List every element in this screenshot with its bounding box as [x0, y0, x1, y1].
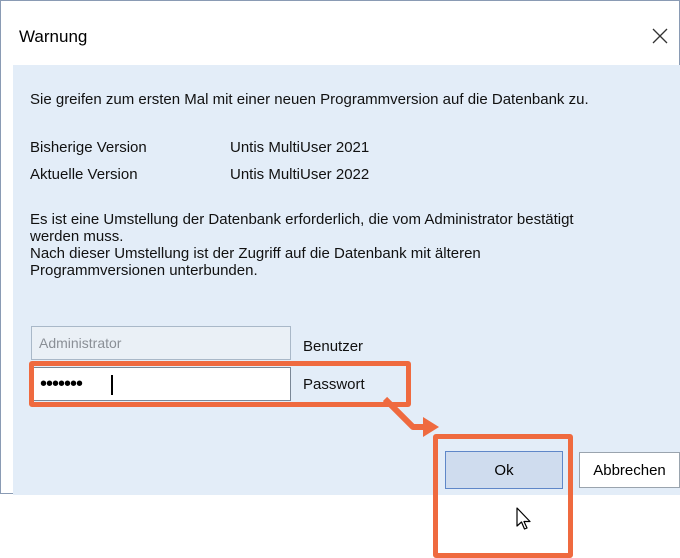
close-button[interactable]	[645, 21, 675, 51]
current-version-label: Aktuelle Version	[30, 166, 138, 183]
message-line-4: Programmversionen unterbunden.	[30, 262, 258, 279]
current-version-value: Untis MultiUser 2022	[230, 166, 370, 183]
message-line-2: werden muss.	[30, 228, 124, 245]
close-icon	[652, 28, 668, 44]
username-label: Benutzer	[303, 338, 364, 355]
cancel-button[interactable]: Abbrechen	[579, 452, 680, 488]
password-highlight-box	[29, 361, 411, 407]
dialog-content: Sie greifen zum ersten Mal mit einer neu…	[13, 65, 680, 558]
warning-dialog: Warnung Sie greifen zum ersten Mal mit e…	[0, 0, 680, 558]
ok-highlight-box	[433, 434, 573, 558]
username-value: Administrator	[39, 335, 122, 351]
previous-version-value: Untis MultiUser 2021	[230, 139, 370, 156]
message-line-1: Es ist eine Umstellung der Datenbank erf…	[30, 211, 574, 228]
title-bar: Warnung	[1, 1, 679, 65]
previous-version-label: Bisherige Version	[30, 139, 147, 156]
dialog-title: Warnung	[19, 27, 88, 46]
intro-text: Sie greifen zum ersten Mal mit einer neu…	[30, 91, 589, 108]
username-field[interactable]: Administrator	[31, 326, 291, 360]
message-line-3: Nach dieser Umstellung ist der Zugriff a…	[30, 245, 481, 262]
mouse-pointer-icon	[516, 507, 531, 530]
